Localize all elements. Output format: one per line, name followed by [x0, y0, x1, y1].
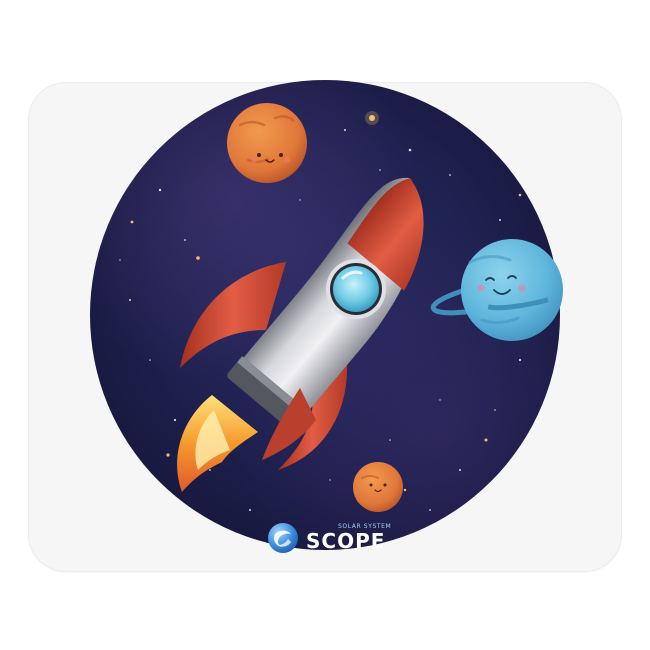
product-stage: SOLAR SYSTEM SCOPE [0, 0, 650, 650]
brand-wordmark: SOLAR SYSTEM SCOPE [306, 521, 392, 555]
brand-logo-group: SOLAR SYSTEM SCOPE [266, 519, 392, 557]
scope-globe-icon [268, 523, 298, 553]
orange-planet [227, 103, 307, 183]
small-orange-planet [353, 462, 403, 512]
brand-main-text: SCOPE [306, 529, 386, 553]
